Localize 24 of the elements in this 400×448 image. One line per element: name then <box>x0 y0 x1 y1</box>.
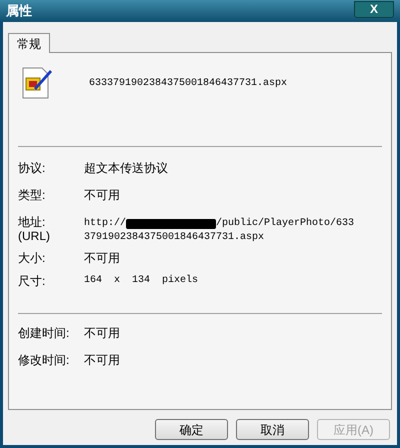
window-title: 属性 <box>6 2 32 20</box>
property-value: 164 x 134 pixels <box>84 274 198 288</box>
property-label: (URL) <box>18 229 51 243</box>
property-label: 协议: <box>18 161 46 175</box>
file-edit-icon <box>20 66 54 100</box>
property-value: 超文本传送协议 <box>84 161 168 175</box>
url-text: http:// <box>84 217 126 231</box>
property-label: 大小: <box>18 251 46 265</box>
date-value: 不可用 <box>84 326 120 340</box>
property-label: 尺寸: <box>18 274 46 288</box>
property-label: 类型: <box>18 188 46 202</box>
date-label: 修改时间: <box>18 353 70 367</box>
property-value: 不可用 <box>84 251 120 265</box>
property-label: 地址: <box>18 215 46 229</box>
close-button[interactable]: X <box>354 0 394 18</box>
file-name: 6333791902384375001846437731.aspx <box>89 76 288 90</box>
url-text: 3791902384375001846437731.aspx <box>84 231 266 245</box>
url-text: /public/PlayerPhoto/633 <box>216 217 354 231</box>
property-value: 不可用 <box>84 188 120 202</box>
tab[interactable]: 常规 <box>8 33 50 53</box>
dialog-button[interactable]: 确定 <box>155 419 228 440</box>
date-value: 不可用 <box>84 353 120 367</box>
date-label: 创建时间: <box>18 326 70 340</box>
dialog-button[interactable]: 取消 <box>236 419 309 440</box>
